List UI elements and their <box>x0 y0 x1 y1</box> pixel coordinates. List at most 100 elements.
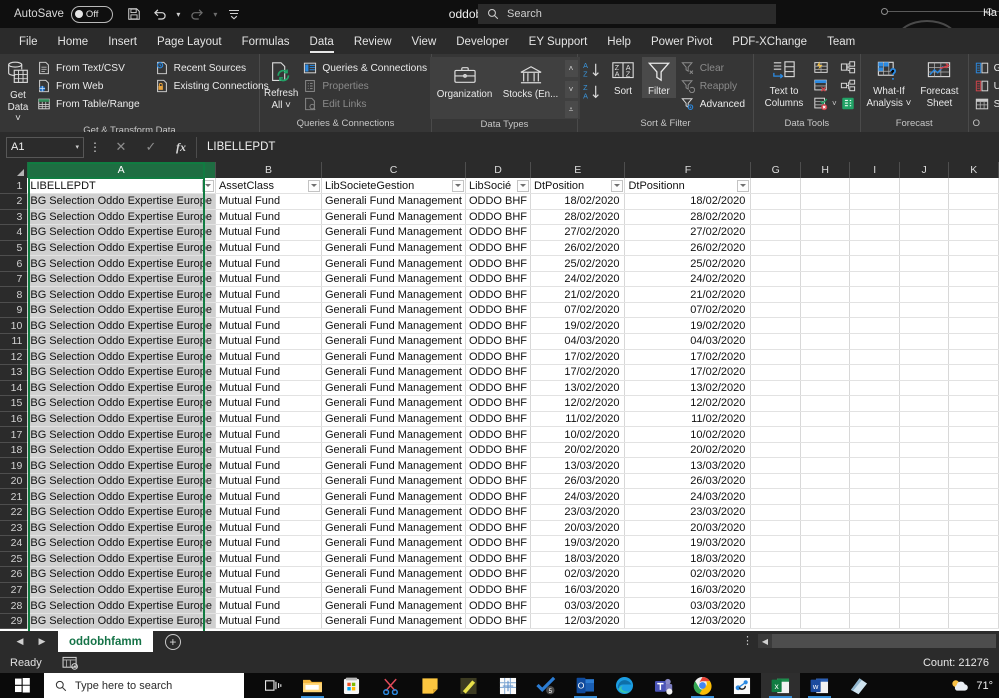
microsoft-store-icon[interactable] <box>332 673 371 698</box>
cell-K6[interactable] <box>948 255 999 272</box>
row-header[interactable]: 20 <box>0 473 28 490</box>
cell-A22[interactable]: BG Selection Oddo Expertise Europe <box>27 504 216 521</box>
advanced-filter-button[interactable]: Advanced <box>679 96 749 112</box>
cell-K25[interactable] <box>948 551 999 568</box>
cell-C15[interactable]: Generali Fund Management <box>321 395 466 412</box>
cell-J25[interactable] <box>899 551 950 568</box>
cell-F5[interactable]: 26/02/2020 <box>624 240 752 257</box>
customize-quick-access-icon[interactable] <box>221 3 247 25</box>
search-box[interactable]: Search <box>478 4 776 24</box>
cell-F16[interactable]: 11/02/2020 <box>624 411 752 428</box>
cell-B25[interactable]: Mutual Fund <box>215 551 323 568</box>
cell-H14[interactable] <box>800 380 851 397</box>
cell-G12[interactable] <box>750 349 801 366</box>
cell-F15[interactable]: 12/02/2020 <box>624 395 752 412</box>
cell-I7[interactable] <box>849 271 900 288</box>
cell-I29[interactable] <box>849 613 900 630</box>
cell-J23[interactable] <box>899 520 950 537</box>
filter-dropdown-icon[interactable] <box>451 179 464 192</box>
cell-I15[interactable] <box>849 395 900 412</box>
consolidate-button[interactable] <box>840 60 856 75</box>
cell-D16[interactable]: ODDO BHF <box>465 411 532 428</box>
cell-G15[interactable] <box>750 395 801 412</box>
cell-B14[interactable]: Mutual Fund <box>215 380 323 397</box>
ungroup-button[interactable]: Ung <box>973 78 999 94</box>
split-handle-icon[interactable]: ⋮ <box>742 634 753 647</box>
cell-A21[interactable]: BG Selection Oddo Expertise Europe <box>27 488 216 505</box>
alteryx-icon[interactable] <box>839 673 878 698</box>
cell-F8[interactable]: 21/02/2020 <box>624 286 752 303</box>
cell-E8[interactable]: 21/02/2020 <box>530 286 626 303</box>
cell-H21[interactable] <box>800 488 851 505</box>
teams-icon[interactable] <box>644 673 683 698</box>
cell-B9[interactable]: Mutual Fund <box>215 302 323 319</box>
sort-descending-button[interactable]: ZA <box>582 83 604 101</box>
tab-ey-support[interactable]: EY Support <box>520 32 597 51</box>
sort-button[interactable]: ZAAZ Sort <box>607 57 639 98</box>
cell-H4[interactable] <box>800 224 851 241</box>
text-to-columns-button[interactable]: Text to Columns <box>758 57 810 109</box>
cell-G17[interactable] <box>750 426 801 443</box>
cell-E4[interactable]: 27/02/2020 <box>530 224 626 241</box>
cell-J20[interactable] <box>899 473 950 490</box>
cell-B23[interactable]: Mutual Fund <box>215 520 323 537</box>
sticky-notes-icon[interactable] <box>410 673 449 698</box>
cell-D2[interactable]: ODDO BHF <box>465 193 532 210</box>
cell-D28[interactable]: ODDO BHF <box>465 597 532 614</box>
name-box[interactable]: A1 ▾ <box>6 136 84 158</box>
cell-D15[interactable]: ODDO BHF <box>465 395 532 412</box>
sheet-tab-oddobhfamm[interactable]: oddobhfamm <box>58 631 153 652</box>
cell-C1[interactable]: LibSocieteGestion <box>321 178 466 195</box>
cell-E17[interactable]: 10/02/2020 <box>530 426 626 443</box>
cell-H6[interactable] <box>800 255 851 272</box>
taskbar-weather[interactable]: 71° <box>949 678 993 693</box>
cell-B1[interactable]: AssetClass <box>215 178 323 195</box>
cell-B21[interactable]: Mutual Fund <box>215 488 323 505</box>
cell-I6[interactable] <box>849 255 900 272</box>
windows-start-icon[interactable] <box>0 678 44 693</box>
cell-K22[interactable] <box>948 504 999 521</box>
cell-H25[interactable] <box>800 551 851 568</box>
cell-A3[interactable]: BG Selection Oddo Expertise Europe <box>27 209 216 226</box>
cell-G10[interactable] <box>750 317 801 334</box>
cell-H17[interactable] <box>800 426 851 443</box>
cell-A13[interactable]: BG Selection Oddo Expertise Europe <box>27 364 216 381</box>
existing-connections-button[interactable]: Existing Connections <box>153 78 273 94</box>
cell-E23[interactable]: 20/03/2020 <box>530 520 626 537</box>
word-icon[interactable]: w <box>800 673 839 698</box>
column-header-i[interactable]: I <box>849 162 900 178</box>
cell-D20[interactable]: ODDO BHF <box>465 473 532 490</box>
cell-K17[interactable] <box>948 426 999 443</box>
autosave-toggle[interactable]: Off <box>70 5 113 23</box>
cell-B19[interactable]: Mutual Fund <box>215 457 323 474</box>
data-validation-button[interactable]: ˅ <box>813 96 837 111</box>
cell-D4[interactable]: ODDO BHF <box>465 224 532 241</box>
cell-K1[interactable] <box>948 178 999 195</box>
cell-B22[interactable]: Mutual Fund <box>215 504 323 521</box>
cell-H2[interactable] <box>800 193 851 210</box>
cell-I18[interactable] <box>849 442 900 459</box>
cell-F22[interactable]: 23/03/2020 <box>624 504 752 521</box>
tab-team[interactable]: Team <box>818 32 864 51</box>
cell-D27[interactable]: ODDO BHF <box>465 582 532 599</box>
cell-C10[interactable]: Generali Fund Management <box>321 317 466 334</box>
cell-B2[interactable]: Mutual Fund <box>215 193 323 210</box>
tab-data[interactable]: Data <box>301 32 343 53</box>
recent-sources-button[interactable]: Recent Sources <box>153 60 273 76</box>
cell-J3[interactable] <box>899 209 950 226</box>
row-header[interactable]: 8 <box>0 286 28 303</box>
cell-H13[interactable] <box>800 364 851 381</box>
cell-A7[interactable]: BG Selection Oddo Expertise Europe <box>27 271 216 288</box>
row-header[interactable]: 15 <box>0 395 28 412</box>
cell-K20[interactable] <box>948 473 999 490</box>
cell-J10[interactable] <box>899 317 950 334</box>
more-data-types-icon[interactable]: ⩡ <box>564 101 578 118</box>
cell-H28[interactable] <box>800 597 851 614</box>
cell-A23[interactable]: BG Selection Oddo Expertise Europe <box>27 520 216 537</box>
cell-C17[interactable]: Generali Fund Management <box>321 426 466 443</box>
cell-B28[interactable]: Mutual Fund <box>215 597 323 614</box>
scroll-down-icon[interactable]: ˅ <box>564 80 578 98</box>
save-icon[interactable] <box>121 3 147 25</box>
tab-formulas[interactable]: Formulas <box>233 32 299 51</box>
cell-D29[interactable]: ODDO BHF <box>465 613 532 630</box>
